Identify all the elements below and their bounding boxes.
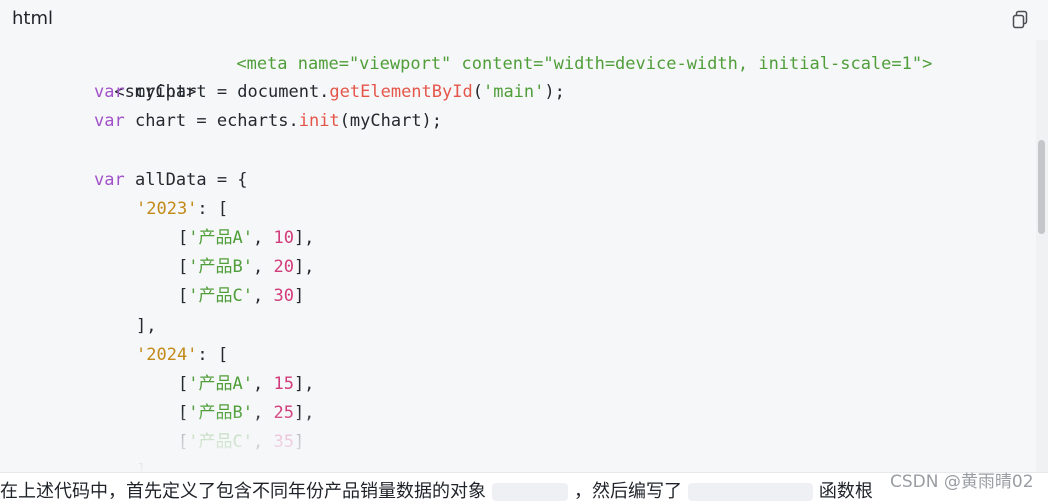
- code-line-key-2023: '2023': [: [136, 199, 229, 219]
- code-line-script-open: <script>: [114, 82, 197, 102]
- code-line-close-2023: ],: [136, 316, 157, 336]
- inline-code-alldata: allData: [492, 483, 569, 501]
- code-line-2023-b: ['产品B', 20],: [178, 257, 315, 277]
- scrollbar-thumb[interactable]: [1038, 140, 1045, 234]
- inline-code-updatechart: updateChart: [688, 483, 813, 501]
- explanation-text-2: ，然后编写了: [574, 481, 683, 502]
- code-line-2023-c: ['产品C', 30]: [178, 286, 305, 306]
- csdn-watermark: CSDN @黄雨晴02: [890, 472, 1034, 492]
- code-scrollbar[interactable]: [1036, 40, 1048, 472]
- code-line-chart: var chart = echarts.init(myChart);: [94, 111, 443, 131]
- code-block-header: html: [0, 0, 1048, 40]
- code-language-label: html: [12, 8, 54, 29]
- code-line-key-2024: '2024': [: [136, 345, 229, 365]
- code-block: html <meta name="viewport" content="widt…: [0, 0, 1048, 473]
- copy-icon[interactable]: [1011, 10, 1029, 30]
- code-line-2024-c: ['产品C', 35]: [178, 432, 305, 452]
- code-line-2023-a: ['产品A', 10],: [178, 228, 315, 248]
- code-line-mychart: var myChart = document.getElementById('m…: [94, 82, 565, 102]
- code-content: <meta name="viewport" content="width=dev…: [0, 20, 1036, 472]
- explanation-text-3: 函数根: [818, 481, 873, 502]
- explanation-paragraph: 在上述代码中，首先定义了包含不同年份产品销量数据的对象 allData ，然后编写了…: [0, 483, 873, 501]
- explanation-text-1: 在上述代码中，首先定义了包含不同年份产品销量数据的对象: [0, 481, 486, 502]
- code-line-2024-a: ['产品A', 15],: [178, 374, 315, 394]
- code-line-alldata: var allData = {: [94, 170, 248, 190]
- code-line-2024-b: ['产品B', 25],: [178, 403, 315, 423]
- code-line-close-2024: ],: [136, 461, 157, 472]
